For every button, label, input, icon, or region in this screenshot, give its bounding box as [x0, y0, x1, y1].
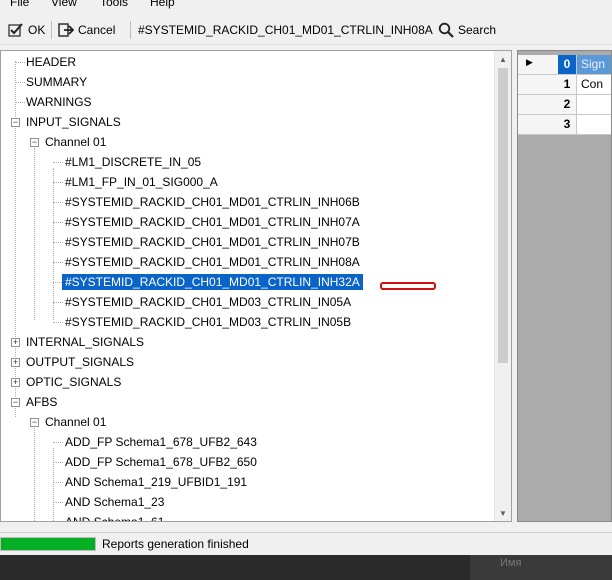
- tree-node-signal[interactable]: #SYSTEMID_RACKID_CH01_MD01_CTRLIN_INH07B: [65, 234, 360, 250]
- tree-node-afbs-channel[interactable]: Channel 01: [45, 414, 106, 430]
- detail-grid[interactable]: ▶ 0 Sign 1 Con 2 3: [517, 50, 612, 522]
- row-value[interactable]: Con: [577, 75, 611, 95]
- tree-node-signal[interactable]: #SYSTEMID_RACKID_CH01_MD03_CTRLIN_IN05B: [65, 314, 351, 330]
- tree-connector: [53, 302, 63, 303]
- menu-file[interactable]: File: [10, 0, 29, 9]
- toolbar-separator: [51, 21, 52, 39]
- tree-node-internal-signals[interactable]: INTERNAL_SIGNALS: [26, 334, 144, 350]
- tree-node-afb[interactable]: AND Schema1_219_UFBID1_191: [65, 474, 247, 490]
- cancel-label: Cancel: [78, 23, 116, 37]
- row-value[interactable]: [577, 95, 611, 115]
- annotation-marker: [380, 282, 436, 290]
- row-number: 2: [558, 95, 577, 115]
- tree-node-warnings[interactable]: WARNINGS: [26, 94, 92, 110]
- grid-row[interactable]: ▶ 0 Sign: [518, 55, 611, 75]
- taskbar-panel: [470, 555, 612, 580]
- checkbox-check-icon: [8, 23, 23, 37]
- tree-node-output-signals[interactable]: OUTPUT_SIGNALS: [26, 354, 134, 370]
- progress-bar: [0, 537, 96, 551]
- scrollbar-thumb[interactable]: [498, 68, 508, 363]
- collapse-toggle[interactable]: −: [11, 118, 20, 127]
- status-bar: Reports generation finished: [0, 532, 612, 555]
- current-signal-path: #SYSTEMID_RACKID_CH01_MD01_CTRLIN_INH08A: [138, 23, 433, 37]
- row-indicator: [518, 75, 559, 95]
- tree-connector: [53, 502, 63, 503]
- expand-toggle[interactable]: +: [11, 378, 20, 387]
- taskbar-label: Имя: [500, 557, 522, 569]
- tree-connector: [15, 82, 25, 83]
- tree-node-signal[interactable]: #SYSTEMID_RACKID_CH01_MD03_CTRLIN_IN05A: [65, 294, 351, 310]
- menu-tools[interactable]: Tools: [100, 0, 128, 9]
- tree-node-signal[interactable]: #SYSTEMID_RACKID_CH01_MD01_CTRLIN_INH08A: [65, 254, 360, 270]
- row-number: 1: [558, 75, 577, 95]
- row-indicator: [518, 95, 559, 115]
- tree-node-signal[interactable]: #SYSTEMID_RACKID_CH01_MD01_CTRLIN_INH06B: [65, 194, 360, 210]
- current-row-arrow-icon: ▶: [526, 57, 533, 67]
- search-label: Search: [458, 23, 497, 37]
- taskbar: Имя: [0, 555, 612, 580]
- ok-button[interactable]: OK: [8, 21, 45, 39]
- tree-connector: [53, 322, 63, 323]
- row-number: 0: [558, 55, 577, 75]
- tree-node-header[interactable]: HEADER: [26, 54, 76, 70]
- tree-node-signal[interactable]: #SYSTEMID_RACKID_CH01_MD01_CTRLIN_INH07A: [65, 214, 360, 230]
- grid-row[interactable]: 1 Con: [518, 75, 611, 95]
- tree-connector: [53, 482, 63, 483]
- tree-node-summary[interactable]: SUMMARY: [26, 74, 87, 90]
- tree-node-afb[interactable]: AND Schema1_23: [65, 494, 164, 510]
- grid-row[interactable]: 3: [518, 115, 611, 135]
- tree-scrollbar[interactable]: ▲ ▼: [494, 51, 511, 521]
- tree-connector: [53, 242, 63, 243]
- tree-guide-line: [34, 428, 35, 521]
- tree-node-afbs[interactable]: AFBS: [26, 394, 57, 410]
- tree-connector: [53, 162, 63, 163]
- search-button[interactable]: Search: [438, 21, 496, 39]
- tree-connector: [15, 102, 25, 103]
- collapse-toggle[interactable]: −: [30, 138, 39, 147]
- cancel-button[interactable]: Cancel: [58, 21, 115, 39]
- grid-row[interactable]: 2: [518, 95, 611, 115]
- search-icon: [438, 22, 454, 38]
- tree-guide-line: [34, 148, 35, 320]
- scroll-down-arrow-icon[interactable]: ▼: [495, 505, 511, 521]
- tree-connector: [53, 442, 63, 443]
- row-indicator: [518, 115, 559, 135]
- menu-help[interactable]: Help: [150, 0, 175, 9]
- tree-connector: [15, 62, 25, 63]
- tree-node-signal[interactable]: #LM1_FP_IN_01_SIG000_A: [65, 174, 218, 190]
- exit-icon: [58, 23, 74, 37]
- row-value[interactable]: [577, 115, 611, 135]
- tree-node-input-channel[interactable]: Channel 01: [45, 134, 106, 150]
- tree-connector: [53, 462, 63, 463]
- expand-toggle[interactable]: +: [11, 338, 20, 347]
- toolbar-separator: [130, 21, 131, 39]
- tree-node-optic-signals[interactable]: OPTIC_SIGNALS: [26, 374, 121, 390]
- ok-label: OK: [28, 23, 46, 37]
- menu-view[interactable]: View: [51, 0, 77, 9]
- tree-connector: [53, 222, 63, 223]
- row-value[interactable]: Sign: [577, 55, 611, 75]
- expand-toggle[interactable]: +: [11, 358, 20, 367]
- collapse-toggle[interactable]: −: [11, 398, 20, 407]
- row-indicator: ▶: [518, 55, 559, 75]
- menu-bar: File View Tools Help: [0, 0, 612, 14]
- tree-node-signal[interactable]: #LM1_DISCRETE_IN_05: [65, 154, 201, 170]
- tree-guide-line: [53, 168, 54, 320]
- scroll-up-arrow-icon[interactable]: ▲: [495, 51, 511, 67]
- progress-fill: [1, 538, 95, 550]
- tree-node-afb[interactable]: AND Schema1_61: [65, 514, 164, 521]
- tree-node-afb[interactable]: ADD_FP Schema1_678_UFB2_643: [65, 434, 257, 450]
- tree-guide-line: [53, 448, 54, 521]
- collapse-toggle[interactable]: −: [30, 418, 39, 427]
- tree-connector: [53, 282, 62, 283]
- tree-node-signal-selected[interactable]: #SYSTEMID_RACKID_CH01_MD01_CTRLIN_INH32A: [62, 274, 363, 290]
- status-text: Reports generation finished: [102, 537, 249, 551]
- row-number: 3: [558, 115, 577, 135]
- tree-connector: [53, 202, 63, 203]
- tree-node-afb[interactable]: ADD_FP Schema1_678_UFB2_650: [65, 454, 257, 470]
- toolbar: OK Cancel #SYSTEMID_RACKID_CH01_MD01_CTR…: [0, 16, 612, 45]
- tree-connector: [53, 182, 63, 183]
- tree-node-input-signals[interactable]: INPUT_SIGNALS: [26, 114, 121, 130]
- tree-connector: [53, 262, 63, 263]
